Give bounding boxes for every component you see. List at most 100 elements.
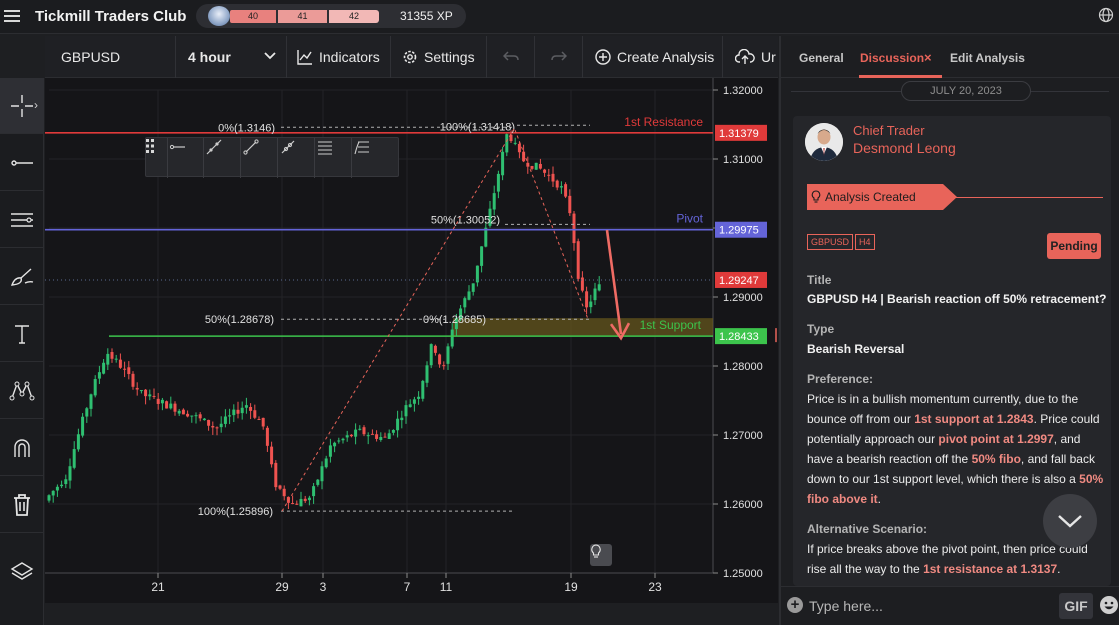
candle [438, 354, 442, 365]
fib-label: 100%(1.25896) [198, 506, 273, 518]
candle [559, 186, 563, 188]
delete-tool[interactable] [0, 477, 44, 533]
settings-button[interactable]: Settings [391, 36, 487, 78]
gif-button[interactable]: GIF [1059, 593, 1093, 619]
tab-general[interactable]: General [799, 51, 844, 65]
candle [131, 373, 135, 387]
brush-tool[interactable] [0, 249, 44, 305]
y-tick-label: 1.32000 [723, 85, 763, 97]
candle [148, 394, 152, 397]
crosshair-tool[interactable]: › [0, 78, 44, 134]
y-tick-label: 1.27000 [723, 430, 763, 442]
level-segment: 42 [329, 10, 379, 23]
candle [68, 466, 72, 481]
pattern-tool[interactable] [0, 363, 44, 419]
drag-handle-icon[interactable] [146, 138, 168, 178]
candle [274, 462, 278, 488]
avatar[interactable] [805, 123, 843, 161]
ray-icon[interactable] [168, 138, 204, 178]
candle [51, 490, 55, 496]
candle [202, 418, 206, 421]
candle [505, 134, 509, 153]
candle [165, 401, 169, 409]
current-price-text: 1.29247 [719, 275, 759, 287]
x-tick-label: 7 [404, 580, 411, 594]
fib-retracement-icon[interactable] [353, 138, 389, 178]
author-name[interactable]: Desmond Leong [853, 140, 956, 156]
date-label: JULY 20, 2023 [901, 81, 1031, 101]
symbol-selector[interactable]: GBPUSD [45, 36, 176, 78]
candle [463, 298, 467, 308]
indicators-button[interactable]: Indicators [287, 36, 391, 78]
settings-label: Settings [424, 49, 475, 65]
lightbulb-icon[interactable] [590, 544, 612, 566]
tab-edit-analysis[interactable]: Edit Analysis [950, 51, 1025, 65]
candle [236, 409, 240, 414]
cloud-upload-icon [735, 49, 755, 64]
price-level-tag-text: 1.28433 [719, 331, 759, 343]
close-tab-icon[interactable]: × [924, 50, 932, 65]
candle [589, 301, 593, 308]
candle [349, 434, 353, 437]
message-input[interactable] [807, 594, 1047, 618]
rank-badge-icon [208, 6, 230, 26]
candle [391, 429, 395, 433]
price-chart[interactable]: 1.320001.310001.300001.290001.280001.270… [45, 78, 778, 603]
candle [76, 434, 80, 450]
undo-button[interactable] [487, 36, 535, 78]
symbol-label: GBPUSD [61, 49, 121, 65]
horizontal-line-tool[interactable] [0, 135, 44, 191]
candle [446, 346, 450, 364]
price-level-tag-text: 1.31379 [719, 128, 759, 140]
candle [144, 389, 148, 397]
candle [207, 419, 211, 426]
magnet-tool[interactable] [0, 420, 44, 476]
chart-toolbar: GBPUSD 4 hour Indicators Settings Create… [45, 36, 778, 78]
multi-line-icon [11, 212, 33, 227]
plus-icon[interactable]: + [787, 597, 803, 613]
extended-line-icon[interactable] [205, 138, 241, 178]
xp-progress[interactable]: 40 41 42 31355 XP [196, 4, 466, 28]
layers-tool[interactable] [0, 544, 44, 600]
candle [295, 503, 299, 505]
candle [291, 503, 295, 505]
candle [396, 418, 400, 431]
candle [299, 498, 303, 507]
candle [257, 419, 261, 421]
text-tool[interactable] [0, 306, 44, 362]
multi-line-tool[interactable] [0, 192, 44, 248]
candle [366, 435, 370, 437]
y-tick-label: 1.28000 [723, 361, 763, 373]
candle [307, 497, 311, 501]
create-analysis-button[interactable]: Create Analysis [583, 36, 723, 78]
interval-dropdown[interactable]: 4 hour [176, 36, 287, 78]
emoji-icon[interactable] [1099, 595, 1119, 615]
tab-discussion[interactable]: Discussion [860, 51, 924, 65]
analysis-title: GBPUSD H4 | Bearish reaction off 50% ret… [807, 292, 1107, 306]
chevron-down-icon [1058, 515, 1082, 528]
interval-label: 4 hour [188, 49, 231, 65]
candle [408, 404, 412, 408]
redo-button[interactable] [535, 36, 583, 78]
candle [379, 436, 383, 441]
globe-icon[interactable] [1098, 7, 1114, 23]
candle [467, 291, 471, 300]
trend-line-icon[interactable] [242, 138, 278, 178]
fib-label: 0%(1.3146) [218, 122, 275, 134]
fib-label: 50%(1.28678) [205, 314, 274, 326]
candle [538, 163, 542, 169]
chevron-right-icon[interactable]: › [34, 98, 38, 112]
candle [496, 173, 500, 192]
candle [270, 446, 274, 465]
candle [60, 484, 64, 487]
info-line-icon[interactable] [279, 138, 315, 178]
candle [593, 288, 597, 301]
candle [517, 143, 521, 153]
candle [412, 399, 416, 404]
candle [186, 413, 190, 417]
upload-button[interactable]: Ur [723, 36, 778, 78]
scroll-down-button[interactable] [1043, 494, 1097, 548]
menu-icon[interactable] [4, 7, 20, 23]
parallel-channel-icon[interactable] [316, 138, 352, 178]
candle [513, 142, 517, 144]
